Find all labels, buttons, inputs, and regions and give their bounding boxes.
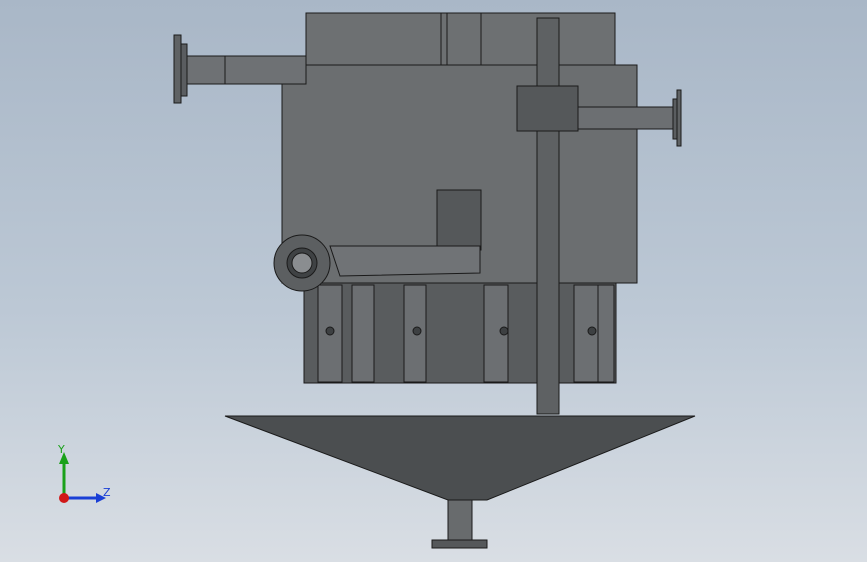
orientation-triad xyxy=(59,452,106,503)
chute xyxy=(436,189,482,251)
x-axis-dot xyxy=(59,493,69,503)
hopper-stem xyxy=(447,499,473,541)
left-inlet-pipe xyxy=(185,55,307,85)
vertical-shaft xyxy=(536,17,560,415)
base-flange xyxy=(431,539,488,549)
left-flange xyxy=(180,43,188,97)
hopper-cone xyxy=(224,415,696,501)
fin-section xyxy=(303,282,617,384)
right-outlet-pipe xyxy=(577,106,674,130)
top-housing xyxy=(305,12,616,70)
triad-y-label: Y xyxy=(58,443,65,456)
triad-z-label: Z xyxy=(103,486,111,499)
right-flange xyxy=(676,89,682,147)
graphics-viewport[interactable]: Y Z xyxy=(0,0,867,562)
side-nozzle-pipe xyxy=(329,245,481,277)
shaft-collar xyxy=(516,85,579,132)
